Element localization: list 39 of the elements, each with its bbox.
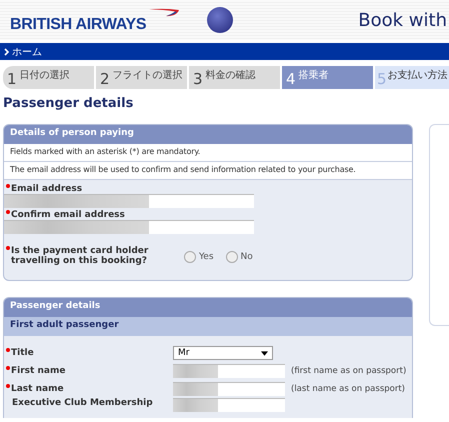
title-dropdown[interactable]: Mr <box>173 346 273 360</box>
globe-icon <box>207 7 234 33</box>
field-label: Confirm email address <box>11 210 125 220</box>
input-field[interactable] <box>4 194 254 208</box>
note-text: The email address will be used to confirm and send information related to your purchase. <box>10 165 357 174</box>
step-number: 3 <box>193 69 203 89</box>
chevron-icon <box>4 48 10 56</box>
field-label: Executive Club Membership <box>12 398 153 408</box>
hint-text: (last name as on passport) <box>291 384 405 394</box>
step-label: 日付の選択 <box>20 69 70 82</box>
hint-text: (first name as on passport) <box>291 366 406 376</box>
input-field[interactable] <box>173 398 285 412</box>
caret-icon <box>261 350 268 356</box>
input-field[interactable] <box>4 220 254 234</box>
step-label: フライトの選択 <box>112 69 183 82</box>
step-number: 1 <box>7 69 17 89</box>
home-link[interactable]: ホーム <box>4 44 42 58</box>
panel-heading: Details of person paying <box>4 125 412 144</box>
radio-option[interactable]: Yes <box>184 247 214 266</box>
panel-subheading: First adult passenger <box>4 317 412 336</box>
page-title: Passenger details <box>3 96 134 111</box>
step-label: お支払い方法 <box>388 68 448 82</box>
logo-text[interactable]: BRITISH AIRWAYS <box>10 16 146 34</box>
panel-heading: Passenger details <box>4 298 412 317</box>
note-text: Fields marked with an asterisk (*) are mandatory. <box>10 147 202 156</box>
step-number: 4 <box>286 69 296 89</box>
step-label: 料金の確認 <box>206 68 256 82</box>
header-title: Book with <box>358 10 448 30</box>
field-label: First name <box>11 366 66 376</box>
field-label: Last name <box>11 384 64 394</box>
input-field[interactable] <box>173 382 285 396</box>
input-field[interactable] <box>173 364 285 378</box>
field-label: Title <box>11 348 34 358</box>
step-number: 2 <box>100 69 110 89</box>
radio-option[interactable]: No <box>226 247 253 266</box>
step-label: 搭乗者 <box>298 68 329 82</box>
field-label: Email address <box>11 184 82 194</box>
step-number: 5 <box>377 69 387 89</box>
field-label: Is the payment card holder travelling on this booking? <box>11 246 150 266</box>
